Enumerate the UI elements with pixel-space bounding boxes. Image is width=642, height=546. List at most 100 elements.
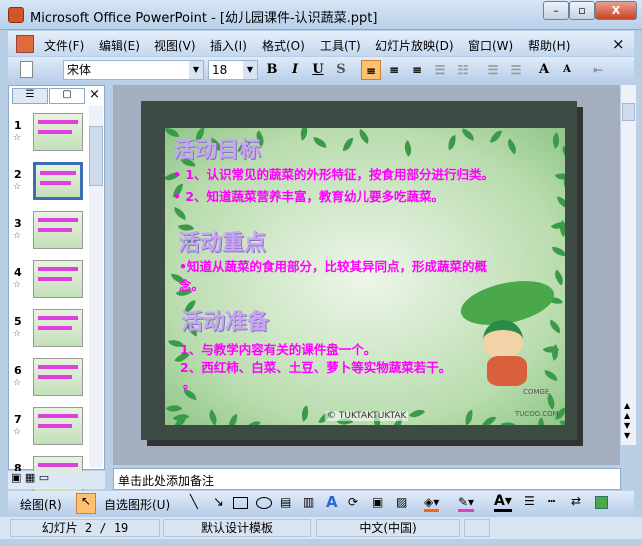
menu-view[interactable]: 视图(V) — [154, 37, 196, 54]
leaf-decoration — [481, 413, 497, 425]
slide-number: 5 — [14, 315, 22, 328]
clipart-icon[interactable]: ▣ — [372, 495, 383, 509]
fill-color-icon[interactable]: ◈▾ — [424, 495, 440, 512]
transition-star-icon: ☆ — [13, 182, 22, 192]
menu-insert[interactable]: 插入(I) — [210, 37, 247, 54]
notes-pane[interactable]: 单击此处添加备注 — [113, 468, 621, 490]
design-template: 默认设计模板 — [163, 519, 311, 537]
font-select[interactable]: 宋体 ▼ — [63, 60, 204, 80]
font-color-icon[interactable]: A▾ — [494, 493, 512, 512]
slide-thumbnail[interactable] — [33, 358, 83, 396]
transition-star-icon: ☆ — [13, 280, 22, 290]
slide-number: 6 — [14, 364, 22, 377]
leaf-decoration — [543, 369, 559, 382]
shrink-font-button[interactable]: A — [557, 60, 577, 80]
slide-thumbnail[interactable] — [33, 113, 83, 151]
bullets-icon[interactable]: ☰ — [506, 60, 526, 80]
arrow-style-icon[interactable]: ⇄ — [571, 494, 581, 508]
new-document-icon[interactable] — [20, 61, 33, 78]
oval-icon[interactable] — [256, 497, 272, 509]
slide-canvas[interactable]: 活动目标 • 1、认识常见的蔬菜的外形特征，按食用部分进行归类。 • 2、知道蔬… — [165, 128, 565, 425]
grow-font-button[interactable]: A — [534, 60, 554, 80]
menu-window[interactable]: 窗口(W) — [468, 37, 513, 54]
drawing-toolbar: 绘图(R) ↖ 自选图形(U) ╲ ↘ ▤ ▥ A ⟳ ▣ ▨ ◈▾ ✎▾ A▾… — [8, 491, 634, 516]
close-pane-icon[interactable]: × — [89, 87, 100, 102]
powerpoint-icon — [8, 7, 24, 23]
scroll-thumb[interactable] — [622, 103, 635, 121]
menu-edit[interactable]: 编辑(E) — [99, 37, 140, 54]
thumbs-scrollbar[interactable] — [89, 106, 103, 468]
italic-button[interactable]: I — [285, 60, 305, 80]
font-size-select[interactable]: 18 ▼ — [208, 60, 258, 80]
underline-button[interactable]: U — [308, 60, 328, 80]
picture-icon[interactable]: ▨ — [396, 495, 407, 509]
draw-menu-button[interactable]: 绘图(R) — [20, 496, 62, 513]
leaf-decoration — [297, 128, 311, 141]
slide-thumbnail[interactable] — [33, 407, 83, 445]
leaf-decoration — [548, 132, 564, 149]
align-left-button[interactable]: ≡ — [361, 60, 381, 80]
view-buttons[interactable]: ▣ ▦ ▭ — [8, 471, 105, 489]
close-button[interactable]: X — [595, 1, 637, 20]
vertical-textbox-icon[interactable]: ▥ — [303, 495, 314, 509]
slide-thumbnail[interactable] — [33, 309, 83, 347]
close-document-button[interactable]: × — [612, 35, 625, 53]
prep-item: 。 — [183, 376, 196, 391]
chevron-down-icon: ▼ — [243, 61, 257, 79]
slides-tab[interactable]: ▢ — [49, 88, 85, 104]
shadow-button[interactable]: S — [331, 60, 351, 80]
heading-preparation: 活动准备 — [181, 310, 270, 335]
vertical-distribute-icon[interactable]: ☷ — [453, 60, 473, 80]
vertical-scrollbar[interactable]: ▲ ▲ ▼ ▼ — [620, 85, 636, 445]
distribute-icon[interactable]: ☰ — [430, 60, 450, 80]
formatting-toolbar: 宋体 ▼ 18 ▼ B I U S ≡ ≡ ≡ ☰ ☷ ☰ ☰ A A ⇤ — [8, 57, 634, 83]
line-style-icon[interactable]: ☰ — [524, 494, 535, 508]
line-icon[interactable]: ╲ — [190, 495, 198, 510]
window-title: Microsoft Office PowerPoint - [幼儿园课件-认识蔬… — [30, 11, 378, 26]
shadow-style-icon[interactable] — [595, 496, 608, 509]
rectangle-icon[interactable] — [233, 497, 248, 509]
outline-tab[interactable]: ☰ — [12, 88, 48, 104]
slide-thumbnail[interactable] — [33, 211, 83, 249]
bold-button[interactable]: B — [262, 60, 282, 80]
prev-next-slide-buttons[interactable]: ▲ ▲ ▼ ▼ — [624, 401, 630, 441]
menu-file[interactable]: 文件(F) — [44, 37, 84, 54]
minimize-button[interactable]: – — [543, 1, 569, 20]
slide-number: 7 — [14, 413, 22, 426]
diagram-icon[interactable]: ⟳ — [348, 495, 358, 509]
align-right-button[interactable]: ≡ — [407, 60, 427, 80]
menu-slideshow[interactable]: 幻灯片放映(D) — [375, 37, 454, 54]
decrease-indent-icon[interactable]: ⇤ — [588, 60, 608, 80]
slide-number: 3 — [14, 217, 22, 230]
language-status: 中文(中国) — [316, 519, 460, 537]
leaf-decoration — [503, 138, 521, 155]
restore-button[interactable]: ▫ — [569, 1, 595, 20]
textbox-icon[interactable]: ▤ — [280, 495, 291, 509]
wordart-icon[interactable]: A — [326, 493, 338, 511]
focus-item: 念。 — [179, 278, 205, 293]
align-center-button[interactable]: ≡ — [384, 60, 404, 80]
title-bar: Microsoft Office PowerPoint - [幼儿园课件-认识蔬… — [0, 0, 642, 30]
menu-help[interactable]: 帮助(H) — [528, 37, 570, 54]
slide-thumbnail[interactable] — [33, 260, 83, 298]
slide-thumbnail[interactable] — [33, 162, 83, 200]
menu-tools[interactable]: 工具(T) — [320, 37, 361, 54]
dash-style-icon[interactable]: ┅ — [548, 494, 555, 508]
leaf-decoration — [204, 409, 222, 425]
leaf-decoration — [228, 414, 238, 425]
leaf-decoration — [298, 405, 312, 422]
line-color-icon[interactable]: ✎▾ — [458, 495, 475, 512]
autoshapes-button[interactable]: 自选图形(U) — [104, 496, 170, 513]
arrow-icon[interactable]: ↘ — [213, 495, 224, 510]
numbering-icon[interactable]: ☰ — [483, 60, 503, 80]
menu-format[interactable]: 格式(O) — [262, 37, 305, 54]
goal-item: • 2、知道蔬菜营养丰富，教育幼儿要多吃蔬菜。 — [173, 189, 445, 204]
select-pointer-icon[interactable]: ↖ — [76, 493, 96, 514]
leaf-decoration — [342, 137, 354, 152]
leaf-decoration — [245, 417, 261, 425]
leaf-decoration — [355, 128, 373, 145]
transition-star-icon: ☆ — [13, 329, 22, 339]
credit-tucoo: TUCOO.COM — [515, 410, 559, 418]
leaf-decoration — [550, 269, 565, 286]
elf-character-illustration — [483, 320, 523, 360]
